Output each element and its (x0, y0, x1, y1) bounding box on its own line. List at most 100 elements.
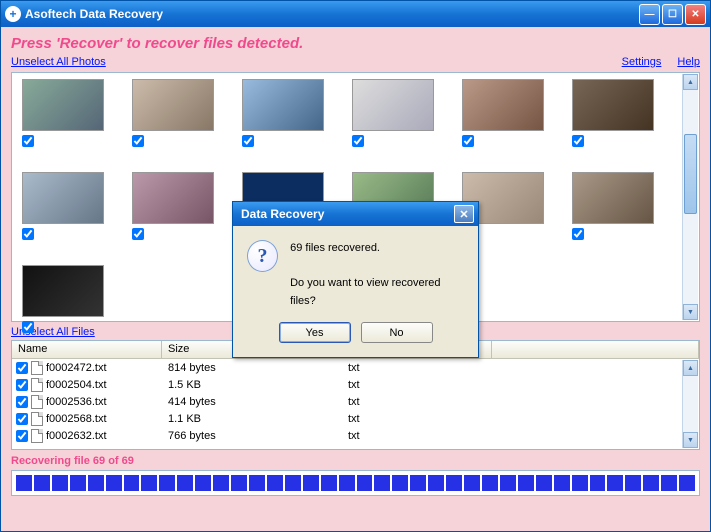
photo-item[interactable] (242, 79, 324, 150)
scroll-up-icon[interactable]: ▲ (683, 74, 698, 90)
file-size: 1.1 KB (162, 413, 342, 425)
app-window: + Asoftech Data Recovery — ☐ ✕ Press 'Re… (0, 0, 711, 532)
minimize-button[interactable]: — (639, 4, 660, 25)
dialog-buttons: Yes No (233, 322, 478, 357)
scroll-up-icon[interactable]: ▲ (683, 360, 698, 376)
files-body: f0002472.txt814 bytestxtf0002504.txt1.5 … (12, 359, 699, 444)
dialog-title: Data Recovery (241, 207, 454, 221)
photo-thumbnail[interactable] (242, 79, 324, 131)
photo-item[interactable] (352, 79, 434, 150)
photo-item[interactable] (22, 172, 104, 243)
progress-segment (518, 475, 534, 491)
photo-thumbnail[interactable] (22, 265, 104, 317)
photo-item[interactable] (22, 79, 104, 150)
file-size: 814 bytes (162, 362, 342, 374)
table-row[interactable]: f0002536.txt414 bytestxt (12, 393, 699, 410)
photo-checkbox[interactable] (352, 135, 364, 147)
photo-checkbox[interactable] (22, 135, 34, 147)
progress-segment (392, 475, 408, 491)
photo-checkbox[interactable] (572, 228, 584, 240)
photo-thumbnail[interactable] (22, 79, 104, 131)
progress-segment (70, 475, 86, 491)
help-link[interactable]: Help (677, 56, 700, 68)
table-row[interactable]: f0002504.txt1.5 KBtxt (12, 376, 699, 393)
scroll-thumb[interactable] (684, 134, 697, 214)
progress-segment (249, 475, 265, 491)
file-checkbox[interactable] (16, 430, 28, 442)
dialog-body: ? 69 files recovered. Do you want to vie… (233, 226, 478, 322)
photo-thumbnail[interactable] (352, 79, 434, 131)
unselect-all-photos-link[interactable]: Unselect All Photos (11, 56, 106, 68)
file-size: 414 bytes (162, 396, 342, 408)
dialog-message: 69 files recovered. Do you want to view … (290, 240, 464, 310)
file-name: f0002504.txt (46, 379, 107, 391)
status-text: Recovering file 69 of 69 (11, 455, 700, 467)
titlebar: + Asoftech Data Recovery — ☐ ✕ (1, 1, 710, 27)
progress-segment (231, 475, 247, 491)
progress-segment (446, 475, 462, 491)
yes-button[interactable]: Yes (279, 322, 351, 343)
photo-item[interactable] (132, 79, 214, 150)
photos-scrollbar[interactable]: ▲ ▼ (682, 74, 698, 320)
file-name: f0002632.txt (46, 430, 107, 442)
file-icon (31, 395, 43, 409)
scroll-down-icon[interactable]: ▼ (683, 432, 698, 448)
table-row[interactable]: f0002472.txt814 bytestxt (12, 359, 699, 376)
progress-segment (321, 475, 337, 491)
photo-item[interactable] (572, 172, 654, 243)
close-button[interactable]: ✕ (685, 4, 706, 25)
progress-segment (124, 475, 140, 491)
photo-checkbox[interactable] (572, 135, 584, 147)
photo-thumbnail[interactable] (132, 172, 214, 224)
photo-checkbox[interactable] (22, 228, 34, 240)
file-name: f0002472.txt (46, 362, 107, 374)
file-checkbox[interactable] (16, 379, 28, 391)
photo-checkbox[interactable] (462, 135, 474, 147)
progress-segment (500, 475, 516, 491)
app-icon: + (5, 6, 21, 22)
progress-container (11, 470, 700, 496)
photo-checkbox[interactable] (132, 135, 144, 147)
files-scrollbar[interactable]: ▲ ▼ (682, 360, 698, 448)
column-name[interactable]: Name (12, 341, 162, 358)
progress-segment (177, 475, 193, 491)
progress-segment (536, 475, 552, 491)
file-icon (31, 429, 43, 443)
photo-checkbox[interactable] (132, 228, 144, 240)
no-button[interactable]: No (361, 322, 433, 343)
photo-checkbox[interactable] (22, 321, 34, 333)
progress-segment (643, 475, 659, 491)
photo-item[interactable] (572, 79, 654, 150)
photo-item[interactable] (132, 172, 214, 243)
progress-segment (374, 475, 390, 491)
photo-checkbox[interactable] (242, 135, 254, 147)
photo-item[interactable] (22, 265, 104, 336)
table-row[interactable]: f0002568.txt1.1 KBtxt (12, 410, 699, 427)
scroll-down-icon[interactable]: ▼ (683, 304, 698, 320)
window-controls: — ☐ ✕ (639, 4, 706, 25)
progress-segment (34, 475, 50, 491)
photo-thumbnail[interactable] (572, 172, 654, 224)
file-checkbox[interactable] (16, 362, 28, 374)
progress-segment (88, 475, 104, 491)
progress-segment (159, 475, 175, 491)
file-checkbox[interactable] (16, 413, 28, 425)
settings-link[interactable]: Settings (622, 56, 662, 68)
maximize-button[interactable]: ☐ (662, 4, 683, 25)
file-icon (31, 361, 43, 375)
file-checkbox[interactable] (16, 396, 28, 408)
file-extension: txt (342, 379, 492, 391)
table-row[interactable]: f0002632.txt766 bytestxt (12, 427, 699, 444)
dialog-line1: 69 files recovered. (290, 240, 464, 258)
photo-thumbnail[interactable] (22, 172, 104, 224)
dialog-close-button[interactable]: ✕ (454, 205, 474, 223)
file-extension: txt (342, 413, 492, 425)
file-icon (31, 412, 43, 426)
photo-item[interactable] (462, 79, 544, 150)
progress-bar (16, 475, 695, 491)
dialog-line2: Do you want to view recovered files? (290, 275, 464, 310)
photo-thumbnail[interactable] (462, 79, 544, 131)
progress-segment (303, 475, 319, 491)
photo-thumbnail[interactable] (572, 79, 654, 131)
photo-thumbnail[interactable] (132, 79, 214, 131)
